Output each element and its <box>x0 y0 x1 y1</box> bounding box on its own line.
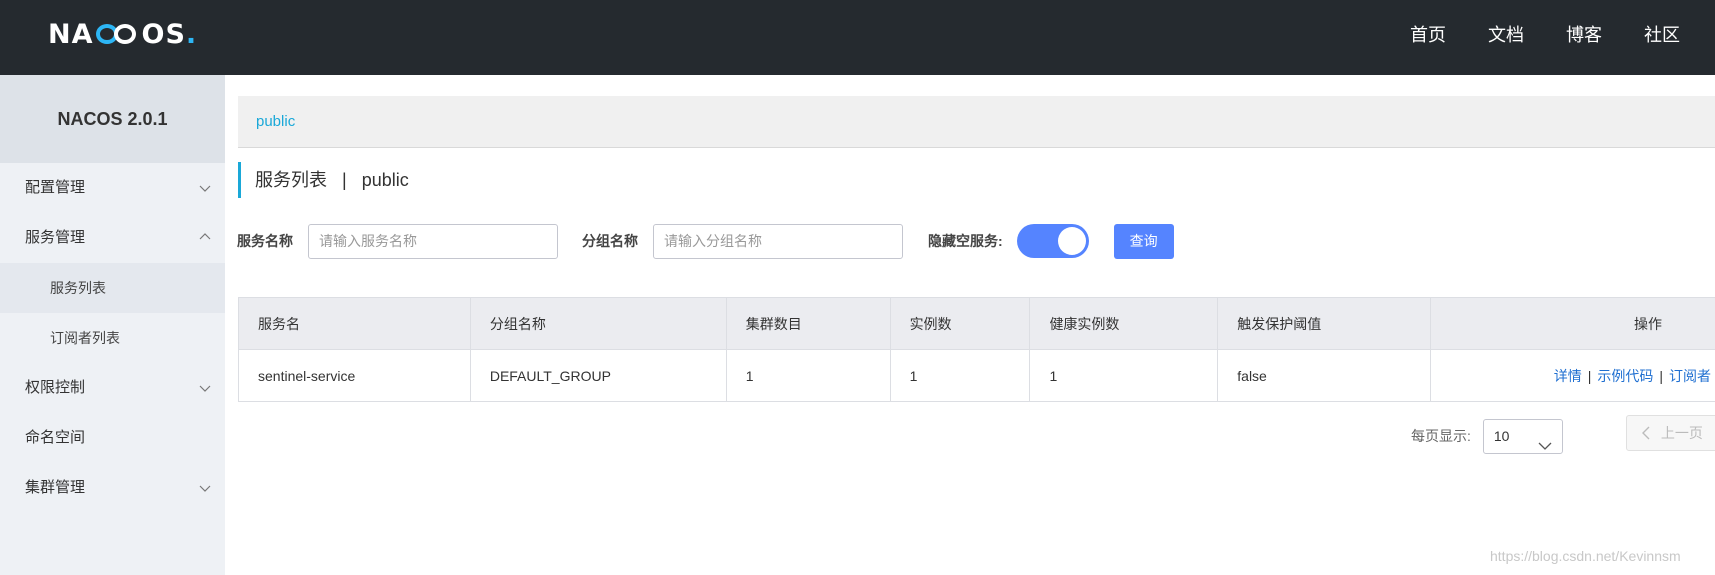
service-name-input[interactable] <box>308 223 558 259</box>
chevron-down-icon <box>199 382 211 394</box>
sidebar-item-label: 权限控制 <box>25 379 86 396</box>
page-size-select[interactable]: 10 <box>1482 418 1563 454</box>
action-separator: | <box>1587 367 1592 384</box>
top-nav-links: 首页 文档 博客 社区 <box>1410 0 1715 68</box>
group-name-input[interactable] <box>653 223 903 259</box>
sidebar-item-subscriber-list[interactable]: 订阅者列表 <box>0 313 225 363</box>
page-size-label: 每页显示: <box>1411 428 1471 444</box>
service-name-label: 服务名称 <box>237 233 293 249</box>
cell-operations: 详情 | 示例代码 | 订阅者 <box>1430 349 1715 402</box>
namespace-bar: public <box>238 96 1715 148</box>
hide-empty-services-label: 隐藏空服务: <box>928 233 1003 249</box>
cell-protect-threshold: false <box>1217 349 1432 402</box>
sidebar-item-service-management[interactable]: 服务管理 <box>0 213 225 263</box>
sidebar-item-label: 配置管理 <box>25 179 86 196</box>
page-size-value: 10 <box>1493 427 1510 444</box>
chevron-left-icon <box>1641 425 1655 441</box>
nav-blog-link[interactable]: 博客 <box>1566 21 1602 47</box>
main-content: public 服务列表 | public 服务名称 分组名称 隐藏空服务: 查询… <box>225 75 1715 575</box>
column-header-cluster-count: 集群数目 <box>725 297 891 350</box>
nav-home-link[interactable]: 首页 <box>1410 21 1446 47</box>
nav-docs-link[interactable]: 文档 <box>1488 21 1524 47</box>
watermark-text: https://blog.csdn.net/Kevinnsm <box>1490 548 1681 564</box>
column-header-operations: 操作 <box>1430 297 1715 350</box>
page-title-text: 服务列表 <box>255 170 327 190</box>
chevron-up-icon <box>199 231 211 243</box>
sidebar-version-title: NACOS 2.0.1 <box>0 75 225 163</box>
service-table: 服务名 分组名称 集群数目 实例数 健康实例数 触发保护阈值 操作 sentin… <box>238 297 1715 402</box>
detail-link[interactable]: 详情 <box>1554 368 1582 384</box>
cell-instance-count: 1 <box>889 349 1031 402</box>
namespace-tab-public[interactable]: public <box>256 113 295 130</box>
hide-empty-services-toggle[interactable] <box>1016 224 1089 258</box>
previous-page-button[interactable]: 上一页 <box>1626 415 1715 451</box>
cell-healthy-instance-count: 1 <box>1029 349 1219 402</box>
chevron-down-icon <box>1538 431 1552 464</box>
sidebar: NACOS 2.0.1 配置管理 服务管理 服务列表 订阅者列表 权限控制 命名… <box>0 75 225 575</box>
top-navbar: NA OS . 首页 文档 博客 社区 <box>0 0 1715 75</box>
previous-page-label: 上一页 <box>1660 425 1703 441</box>
table-row: sentinel-service DEFAULT_GROUP 1 1 1 fal… <box>238 349 1715 402</box>
sample-code-link[interactable]: 示例代码 <box>1597 368 1653 384</box>
chevron-down-icon <box>199 182 211 194</box>
sidebar-item-label: 服务管理 <box>25 229 86 246</box>
nacos-logo[interactable]: NA OS . <box>48 14 197 54</box>
chevron-down-icon <box>199 482 211 494</box>
query-button[interactable]: 查询 <box>1113 223 1174 259</box>
page-size-control: 每页显示: 10 <box>1411 418 1563 454</box>
page-title: 服务列表 | public <box>238 162 409 198</box>
logo-text-end: OS <box>141 18 186 50</box>
logo-text-start: NA <box>48 18 94 50</box>
sidebar-item-label: 命名空间 <box>25 429 86 446</box>
subscribers-link[interactable]: 订阅者 <box>1669 368 1711 384</box>
column-header-healthy-instance-count: 健康实例数 <box>1029 297 1219 350</box>
nav-community-link[interactable]: 社区 <box>1644 21 1680 47</box>
group-name-label: 分组名称 <box>582 233 638 249</box>
action-separator: | <box>1659 367 1663 384</box>
cell-group-name: DEFAULT_GROUP <box>469 349 727 402</box>
sidebar-item-service-list[interactable]: 服务列表 <box>0 263 225 313</box>
logo-infinity-icon <box>95 22 141 46</box>
sidebar-item-label: 服务列表 <box>50 280 106 296</box>
column-header-service-name: 服务名 <box>238 297 471 350</box>
sidebar-item-namespace[interactable]: 命名空间 <box>0 413 225 463</box>
logo-dot: . <box>185 18 198 50</box>
sidebar-item-access-control[interactable]: 权限控制 <box>0 363 225 413</box>
sidebar-item-cluster-management[interactable]: 集群管理 <box>0 463 225 513</box>
cell-cluster-count: 1 <box>725 349 891 402</box>
column-header-instance-count: 实例数 <box>889 297 1031 350</box>
page-title-namespace: public <box>361 170 409 190</box>
page-title-separator: | <box>342 170 347 190</box>
column-header-group-name: 分组名称 <box>469 297 727 350</box>
sidebar-item-label: 订阅者列表 <box>50 330 120 346</box>
toggle-knob <box>1057 227 1086 255</box>
sidebar-item-config-management[interactable]: 配置管理 <box>0 163 225 213</box>
column-header-protect-threshold: 触发保护阈值 <box>1217 297 1432 350</box>
table-header-row: 服务名 分组名称 集群数目 实例数 健康实例数 触发保护阈值 操作 <box>238 297 1715 350</box>
cell-service-name: sentinel-service <box>238 349 471 402</box>
sidebar-item-label: 集群管理 <box>25 479 86 496</box>
search-form: 服务名称 分组名称 隐藏空服务: 查询 <box>237 223 1174 259</box>
